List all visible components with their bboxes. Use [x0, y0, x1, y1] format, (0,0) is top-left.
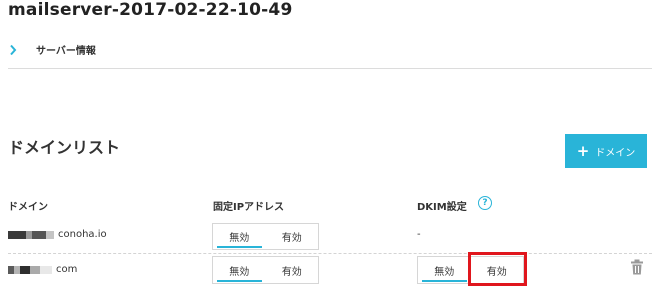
fixed-ip-toggle[interactable]: 無効 有効	[212, 256, 319, 284]
plus-icon: +	[576, 141, 590, 160]
masked-text	[8, 265, 52, 274]
add-domain-label: ドメイン	[595, 147, 636, 159]
masked-text	[8, 230, 54, 239]
help-icon[interactable]: ?	[478, 196, 492, 210]
fixed-ip-toggle[interactable]: 無効 有効	[212, 223, 319, 250]
domain-name: com	[56, 264, 78, 275]
column-header-fixed-ip: 固定IPアドレス	[213, 202, 285, 213]
table-row-domain: conoha.io	[8, 229, 107, 240]
table-row-domain: com	[8, 264, 77, 275]
chevron-right-icon	[8, 43, 18, 57]
add-domain-button[interactable]: + ドメイン	[565, 134, 647, 168]
toggle-off-button[interactable]: 無効	[213, 224, 266, 249]
row-divider	[8, 253, 652, 254]
column-header-dkim: DKIM設定	[417, 202, 467, 213]
breadcrumb[interactable]: サーバー情報	[8, 42, 96, 57]
toggle-on-button[interactable]: 有効	[266, 257, 319, 283]
page-title: mailserver-2017-02-22-10-49	[8, 0, 293, 20]
divider	[8, 68, 652, 69]
column-header-domain: ドメイン	[8, 202, 48, 213]
trash-icon[interactable]	[630, 259, 644, 275]
section-title: ドメインリスト	[8, 138, 121, 157]
domain-name: conoha.io	[58, 229, 107, 240]
breadcrumb-label: サーバー情報	[36, 46, 96, 57]
toggle-on-button[interactable]: 有効	[266, 224, 319, 249]
dkim-value: -	[417, 229, 421, 240]
highlight-annotation	[468, 252, 527, 286]
toggle-off-button[interactable]: 無効	[418, 257, 471, 283]
toggle-off-button[interactable]: 無効	[213, 257, 266, 283]
